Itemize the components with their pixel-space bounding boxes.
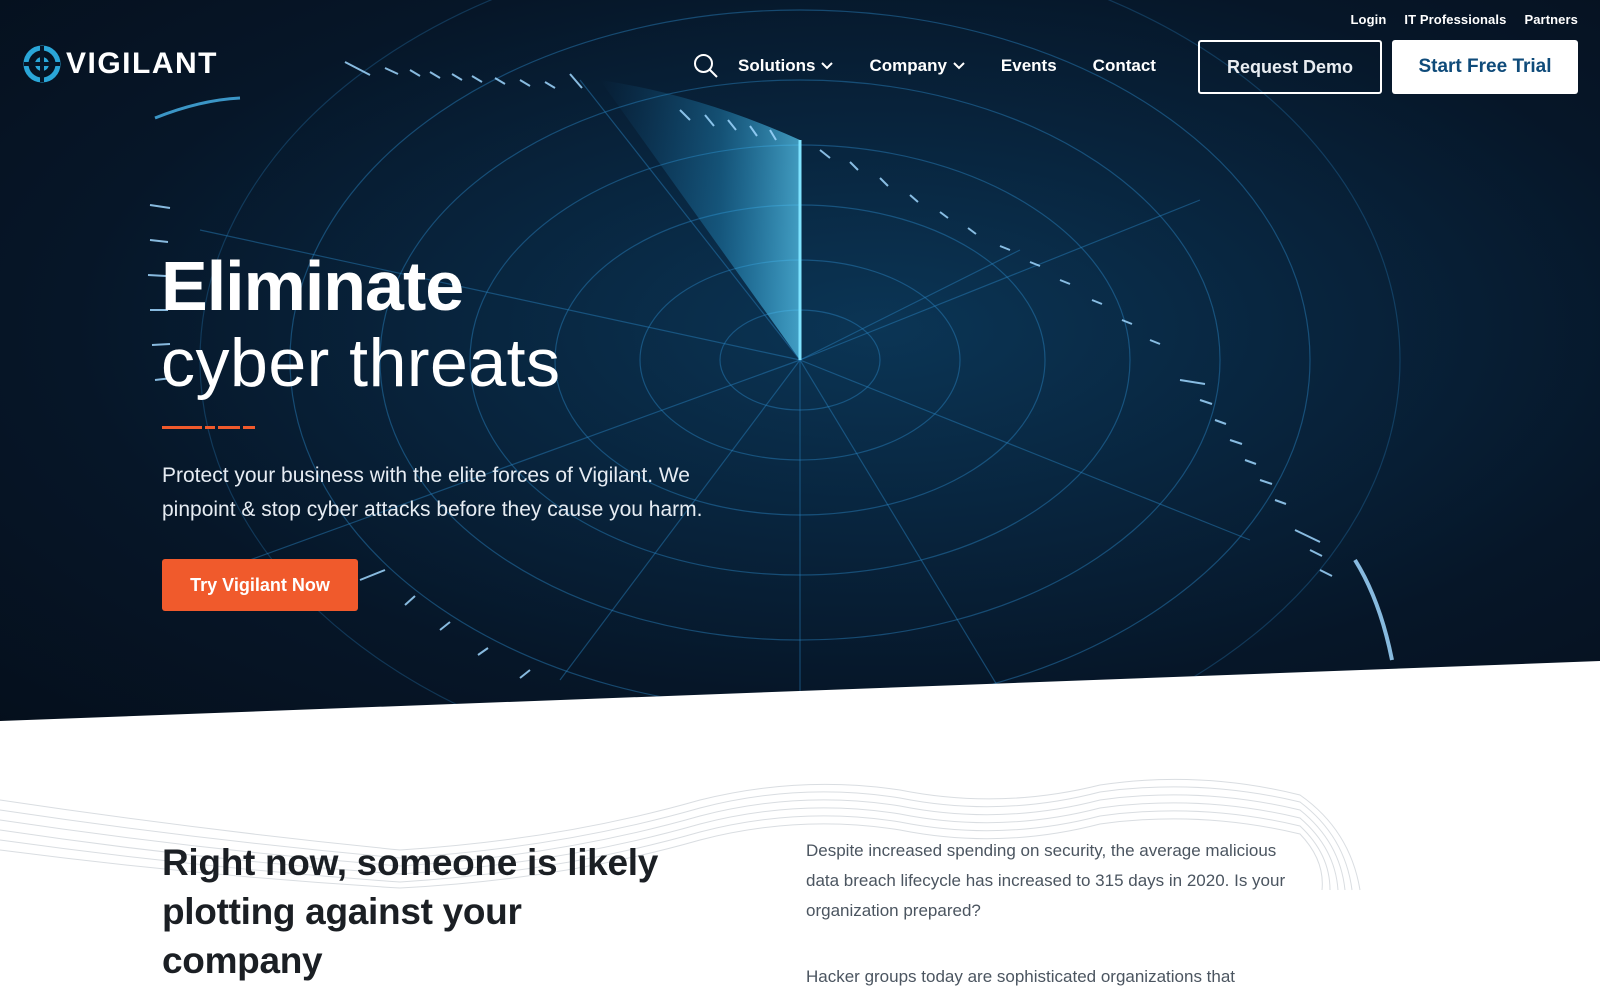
partners-link[interactable]: Partners <box>1524 12 1578 27</box>
section-paragraph-1: Despite increased spending on security, … <box>806 841 1286 920</box>
nav-company[interactable]: Company <box>869 56 965 76</box>
main-nav: Solutions Company Events Contact <box>692 52 1192 80</box>
nav-contact[interactable]: Contact <box>1093 56 1156 76</box>
top-utility-links: Login IT Professionals Partners <box>1351 12 1578 27</box>
chevron-down-icon <box>821 62 834 70</box>
nav-contact-label: Contact <box>1092 56 1156 75</box>
nav-events-label: Events <box>1000 56 1057 75</box>
request-demo-button[interactable]: Request Demo <box>1198 40 1382 94</box>
vigilant-logo[interactable]: VIGILANT <box>22 44 218 84</box>
section-heading: Right now, someone is likely plotting ag… <box>162 842 658 981</box>
chevron-down-icon <box>953 62 965 70</box>
search-icon[interactable] <box>692 52 720 80</box>
logo-mark-icon <box>23 45 61 83</box>
try-vigilant-now-button[interactable]: Try Vigilant Now <box>162 559 358 611</box>
start-free-trial-button[interactable]: Start Free Trial <box>1392 40 1578 94</box>
hero-title-light: cyber threats <box>161 325 561 401</box>
hero-title-bold: Eliminate <box>161 247 464 325</box>
section-paragraph-2: Hacker groups today are sophisticated or… <box>806 967 1236 986</box>
nav-solutions[interactable]: Solutions <box>738 56 834 76</box>
hero-subtitle: Protect your business with the elite for… <box>162 464 703 521</box>
logo-wordmark: VIGILANT <box>66 47 218 80</box>
hero-accent-rule <box>162 426 255 429</box>
nav-company-label: Company <box>869 56 947 75</box>
login-link[interactable]: Login <box>1351 12 1387 27</box>
nav-events[interactable]: Events <box>1001 56 1057 76</box>
nav-solutions-label: Solutions <box>738 56 816 75</box>
it-professionals-link[interactable]: IT Professionals <box>1404 12 1506 27</box>
